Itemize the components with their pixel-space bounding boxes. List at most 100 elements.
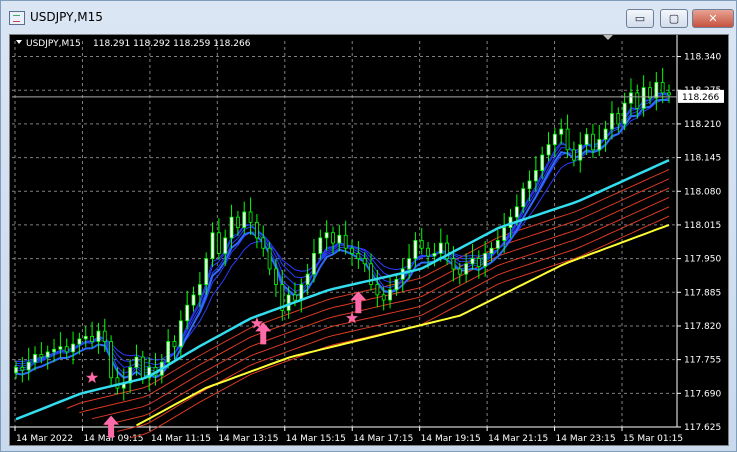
price-tick-label: 118.210 bbox=[684, 120, 721, 130]
candle-body bbox=[356, 253, 361, 260]
candle-body bbox=[381, 294, 386, 301]
candle-body bbox=[96, 330, 101, 342]
close-button[interactable]: ✕ bbox=[692, 9, 734, 28]
price-tick-label: 117.625 bbox=[684, 423, 721, 433]
price-tick-label: 117.690 bbox=[684, 389, 721, 399]
candle-body bbox=[667, 92, 671, 96]
yellow-ma-line bbox=[136, 223, 670, 427]
current-price-label: 118.266 bbox=[682, 93, 719, 103]
price-tick-label: 117.885 bbox=[684, 288, 721, 298]
candle-body bbox=[489, 247, 494, 254]
candle-body bbox=[337, 234, 342, 244]
candle-body bbox=[603, 128, 608, 140]
candle-body bbox=[629, 92, 633, 104]
candle-body bbox=[331, 232, 335, 244]
candle-body bbox=[312, 253, 316, 275]
candle-body bbox=[109, 341, 113, 379]
candle-body bbox=[476, 258, 481, 267]
candle-body bbox=[197, 284, 202, 296]
price-tick-label: 118.015 bbox=[684, 221, 721, 231]
candle-body bbox=[413, 240, 418, 260]
time-tick-label: 15 Mar 01:15 bbox=[623, 434, 683, 444]
minimize-button[interactable]: ▭ bbox=[626, 9, 654, 28]
candle-body bbox=[388, 289, 392, 301]
candle-body bbox=[45, 351, 50, 358]
candle-body bbox=[591, 133, 595, 151]
price-tick-label: 117.820 bbox=[684, 322, 721, 332]
candle-body bbox=[597, 139, 602, 151]
price-chart[interactable]: 118.340118.275118.210118.145118.080118.0… bbox=[9, 34, 729, 446]
candle-body bbox=[178, 320, 183, 348]
chart-app-icon bbox=[9, 11, 25, 25]
chart-menu-triangle-icon bbox=[16, 40, 22, 44]
candle-body bbox=[375, 284, 380, 296]
candle-body bbox=[26, 361, 31, 371]
candle-body bbox=[39, 354, 44, 358]
candle-body bbox=[572, 149, 576, 161]
candle-body bbox=[299, 284, 304, 301]
candle-body bbox=[451, 258, 456, 270]
candle-body bbox=[495, 240, 500, 249]
candle-body bbox=[426, 247, 430, 257]
candle-body bbox=[64, 346, 69, 353]
candle-body bbox=[210, 232, 215, 260]
blue-ma-line bbox=[15, 92, 669, 370]
price-tick-label: 118.145 bbox=[684, 154, 721, 164]
candle-body bbox=[324, 232, 329, 239]
time-tick-label: 14 Mar 2022 bbox=[16, 434, 73, 444]
close-icon: ✕ bbox=[708, 12, 718, 25]
maximize-button[interactable]: ▢ bbox=[660, 9, 688, 28]
candle-body bbox=[261, 237, 266, 249]
candle-body bbox=[552, 133, 557, 146]
candle-body bbox=[274, 268, 278, 285]
time-tick-label: 14 Mar 21:15 bbox=[488, 434, 548, 444]
candle-body bbox=[185, 304, 190, 322]
candle-body bbox=[464, 263, 469, 275]
terminal-window: USDJPY,M15 ▭ ▢ ✕ 118.340118.275118.21011… bbox=[0, 0, 737, 452]
candle-body bbox=[52, 348, 56, 353]
blue-main-ma-line bbox=[15, 98, 670, 379]
price-tick-label: 117.950 bbox=[684, 255, 721, 265]
candle-body bbox=[83, 335, 88, 340]
candle-body bbox=[242, 211, 247, 228]
candle-body bbox=[521, 188, 526, 208]
maximize-icon: ▢ bbox=[668, 12, 680, 25]
candle-body bbox=[546, 144, 551, 156]
chart-canvas[interactable]: 118.340118.275118.210118.145118.080118.0… bbox=[10, 35, 728, 445]
window-title: USDJPY,M15 bbox=[30, 10, 103, 24]
candle-body bbox=[540, 154, 545, 171]
candle-body bbox=[533, 170, 538, 182]
candle-body bbox=[610, 113, 614, 130]
candle-body bbox=[470, 258, 475, 265]
price-tick-label: 118.080 bbox=[684, 187, 721, 197]
candle-body bbox=[204, 258, 209, 285]
candle-body bbox=[343, 234, 348, 249]
time-tick-label: 14 Mar 11:15 bbox=[151, 434, 211, 444]
cyan-ma-line bbox=[15, 159, 670, 421]
candle-body bbox=[457, 268, 462, 275]
chart-header-symbol: USDJPY,M15 bbox=[26, 39, 81, 49]
candle-body bbox=[419, 240, 424, 249]
chart-header-ohlc: 118.291 118.292 118.259 118.266 bbox=[93, 39, 251, 49]
candle-body bbox=[20, 367, 25, 371]
candle-body bbox=[216, 232, 221, 254]
candle-body bbox=[255, 221, 259, 239]
candle-body bbox=[514, 206, 519, 218]
candle-body bbox=[191, 294, 196, 306]
price-tick-label: 117.755 bbox=[684, 356, 721, 366]
chart-shift-marker bbox=[603, 35, 613, 40]
candle-body bbox=[483, 253, 488, 267]
candle-body bbox=[102, 330, 107, 342]
candle-body bbox=[660, 82, 665, 94]
candle-body bbox=[223, 237, 228, 254]
blue-ma-line bbox=[15, 92, 670, 374]
candle-body bbox=[654, 82, 659, 99]
candle-body bbox=[229, 216, 234, 239]
candle-body bbox=[641, 87, 646, 109]
candle-body bbox=[622, 102, 627, 125]
candle-body bbox=[502, 227, 507, 241]
candle-body bbox=[584, 133, 589, 146]
candle-body bbox=[318, 237, 323, 254]
candle-body bbox=[267, 247, 272, 270]
title-bar[interactable]: USDJPY,M15 ▭ ▢ ✕ bbox=[1, 1, 736, 33]
